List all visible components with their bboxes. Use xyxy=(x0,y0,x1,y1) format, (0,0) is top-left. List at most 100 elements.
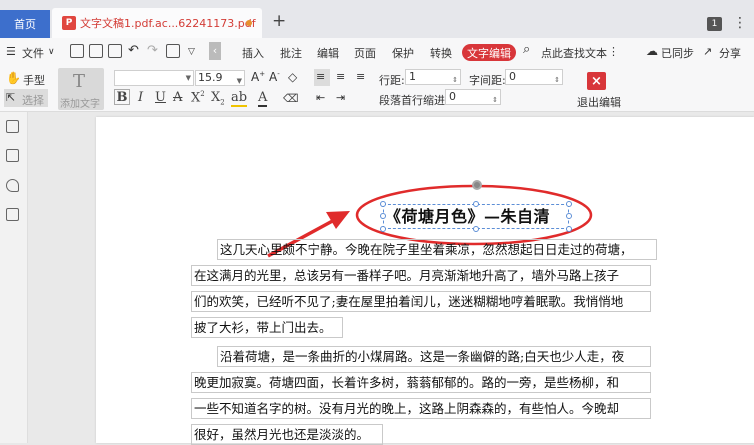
char-spacing-label: 字间距: xyxy=(469,74,506,87)
tab-document-title: 文字文稿1.pdf.ac...62241173.pdf xyxy=(80,17,256,30)
signature-icon[interactable] xyxy=(6,208,19,221)
spinner-icon: ⇕ xyxy=(492,96,498,104)
exit-edit-close-icon[interactable]: × xyxy=(587,72,606,90)
new-tab-button[interactable]: + xyxy=(272,12,286,30)
hand-icon: ✋ xyxy=(6,71,21,85)
paragraph-line[interactable]: 披了大衫，带上门出去。 xyxy=(191,317,343,338)
font-color-button[interactable]: A xyxy=(258,90,268,107)
indent-increase-icon[interactable]: ⇥ xyxy=(336,91,345,104)
resize-handle[interactable] xyxy=(380,213,386,219)
search-icon[interactable]: ⌕ xyxy=(523,42,530,57)
outline-icon[interactable] xyxy=(6,120,19,133)
indent-decrease-icon[interactable]: ⇤ xyxy=(316,91,325,104)
spinner-icon: ⇕ xyxy=(554,76,560,84)
window-count-badge[interactable]: 1 xyxy=(707,17,722,31)
menu-bar: ☰ 文件 ∨ ↶ ↷ ▽ ‹ 插入 批注 编辑 页面 保护 转换 ⌕ 点此查找文… xyxy=(0,38,754,66)
menu-file[interactable]: 文件 xyxy=(22,45,44,61)
menu-text-edit[interactable]: 文字编辑 xyxy=(462,44,516,61)
tab-home[interactable]: 首页 xyxy=(0,10,50,38)
indent-value: 0 xyxy=(449,90,456,103)
add-text-button[interactable]: T 添加文字 xyxy=(58,68,104,110)
resize-handle[interactable] xyxy=(380,226,386,232)
paragraph-line[interactable]: 很好，虽然月光也还是淡淡的。 xyxy=(191,424,383,445)
clear-format-icon[interactable]: ◇ xyxy=(288,70,297,84)
indent-label: 段落首行缩进: xyxy=(379,94,449,107)
resize-handle[interactable] xyxy=(566,226,572,232)
more-options-icon[interactable]: ⋮ xyxy=(608,45,619,58)
exit-edit-label[interactable]: 退出编辑 xyxy=(577,94,621,110)
font-family-select[interactable]: ▼ xyxy=(114,70,194,86)
document-title[interactable]: 《荷塘月色》—朱自清 xyxy=(385,203,550,227)
share-button[interactable]: 分享 xyxy=(719,45,741,61)
strikethrough-button[interactable]: A xyxy=(173,90,182,105)
menu-page[interactable]: 页面 xyxy=(354,45,376,61)
align-left-button[interactable]: ≡ xyxy=(314,69,330,86)
bold-button[interactable]: B xyxy=(114,89,130,105)
left-sidebar xyxy=(0,112,28,443)
font-size-select[interactable]: 15.9 ▼ xyxy=(195,70,245,86)
chevron-down-icon[interactable]: ∨ xyxy=(48,47,55,57)
align-center-icon[interactable]: ≡ xyxy=(336,70,345,83)
rotate-handle-icon[interactable] xyxy=(472,180,482,190)
resize-handle[interactable] xyxy=(473,226,479,232)
char-spacing-value: 0 xyxy=(509,70,516,83)
font-shrink-icon[interactable]: A- xyxy=(269,70,280,84)
resize-handle[interactable] xyxy=(566,201,572,207)
paragraph-line[interactable]: 沿着荷塘，是一条曲折的小煤屑路。这是一条幽僻的路;白天也少人走，夜 xyxy=(217,346,651,367)
scroll-left-icon[interactable]: ‹ xyxy=(209,42,221,60)
paragraph-line[interactable]: 在这满月的光里，总该另有一番样子吧。月亮渐渐地升高了，墙外马路上孩子 xyxy=(191,265,651,286)
menu-comment[interactable]: 批注 xyxy=(280,45,302,61)
underline-button[interactable]: U xyxy=(155,90,166,105)
redo-icon[interactable]: ↷ xyxy=(147,43,158,58)
tab-bar: 首页 P 文字文稿1.pdf.ac...62241173.pdf + 1 ⋮ xyxy=(0,0,754,38)
app-menu-button[interactable]: ⋮ xyxy=(733,15,747,31)
hand-tool-button[interactable]: 手型 xyxy=(23,72,45,88)
line-spacing-label: 行距: xyxy=(379,74,405,87)
font-grow-icon[interactable]: A+ xyxy=(251,70,265,84)
resize-handle[interactable] xyxy=(380,201,386,207)
unsaved-dot-icon xyxy=(246,20,252,26)
tab-document[interactable]: P 文字文稿1.pdf.ac...62241173.pdf xyxy=(52,8,262,38)
hamburger-icon[interactable]: ☰ xyxy=(6,45,16,58)
line-spacing-input[interactable]: 1 ⇕ xyxy=(405,69,461,85)
thumbnail-icon[interactable] xyxy=(6,149,19,162)
export-icon[interactable] xyxy=(166,44,180,58)
font-size-value: 15.9 xyxy=(198,71,223,84)
undo-icon[interactable]: ↶ xyxy=(128,43,139,58)
search-text-button[interactable]: 点此查找文本 xyxy=(541,45,607,61)
sync-status[interactable]: 已同步 xyxy=(661,45,694,61)
print-icon[interactable] xyxy=(108,44,122,58)
resize-handle[interactable] xyxy=(566,213,572,219)
menu-insert[interactable]: 插入 xyxy=(242,45,264,61)
paragraph-line[interactable]: 晚更加寂寞。荷塘四面，长着许多树，蓊蓊郁郁的。路的一旁，是些杨柳，和 xyxy=(191,372,651,393)
paragraph-line[interactable]: 们的欢笑，已经听不见了;妻在屋里拍着闰儿，迷迷糊糊地哼着眠歌。我悄悄地 xyxy=(191,291,651,312)
spinner-icon: ⇕ xyxy=(452,76,458,84)
menu-protect[interactable]: 保护 xyxy=(392,45,414,61)
text-t-icon: T xyxy=(73,71,86,92)
italic-button[interactable]: I xyxy=(138,90,143,105)
annotation-icon[interactable] xyxy=(6,179,19,192)
more-chevron-icon[interactable]: ▽ xyxy=(188,47,195,57)
paragraph-line[interactable]: 一些不知道名字的树。没有月光的晚上，这路上阴森森的，有些怕人。今晚却 xyxy=(191,398,651,419)
subscript-button[interactable]: X2 xyxy=(211,90,225,107)
menu-edit[interactable]: 编辑 xyxy=(317,45,339,61)
cursor-arrow-icon: ⇱ xyxy=(6,91,16,104)
dropdown-arrow-icon: ▼ xyxy=(185,74,191,82)
dropdown-arrow-icon: ▼ xyxy=(236,77,242,85)
highlight-button[interactable]: ab xyxy=(231,90,248,107)
resize-handle[interactable] xyxy=(473,201,479,207)
pdf-icon: P xyxy=(62,16,76,30)
new-file-icon[interactable] xyxy=(70,44,84,58)
edit-toolbar: ✋ 手型 ⇱ 选择 T 添加文字 ▼ 15.9 ▼ A+ A- ◇ B I U A… xyxy=(0,66,754,112)
select-tool-label: 选择 xyxy=(22,94,44,107)
char-spacing-input[interactable]: 0 ⇕ xyxy=(505,69,563,85)
superscript-button[interactable]: X2 xyxy=(191,90,205,105)
paragraph-line[interactable]: 这几天心里颇不宁静。今晚在院子里坐着乘凉，忽然想起日日走过的荷塘， xyxy=(217,239,657,260)
indent-input[interactable]: 0 ⇕ xyxy=(445,89,501,105)
select-tool-button[interactable]: ⇱ 选择 xyxy=(4,89,48,107)
eraser-icon[interactable]: ⌫ xyxy=(283,92,299,105)
menu-convert[interactable]: 转换 xyxy=(430,45,452,61)
share-icon: ↗ xyxy=(703,45,713,58)
open-folder-icon[interactable] xyxy=(89,44,103,58)
align-right-icon[interactable]: ≡ xyxy=(356,70,365,83)
